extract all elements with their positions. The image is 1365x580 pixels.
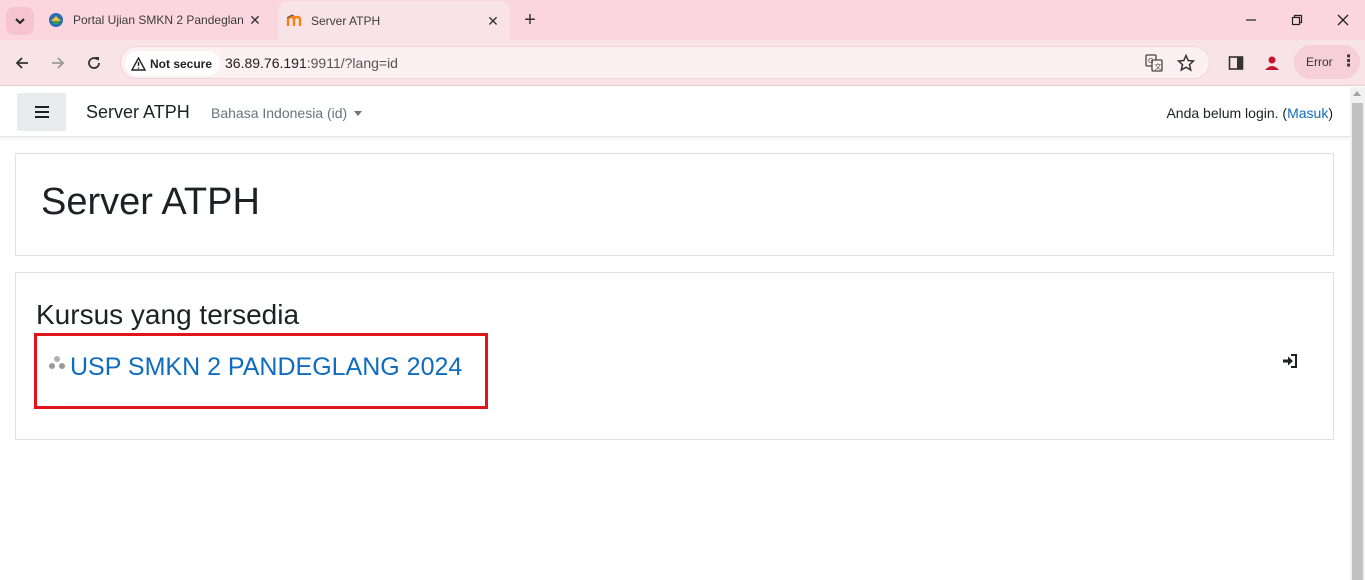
scroll-up-arrow-icon[interactable] xyxy=(1353,91,1361,96)
caret-down-icon xyxy=(354,110,363,116)
reload-icon xyxy=(88,57,100,69)
svg-text:文: 文 xyxy=(1155,62,1162,71)
security-label: Not secure xyxy=(150,56,213,71)
browser-toolbar: Not secure 36.89.76.191:9911/?lang=id G文… xyxy=(0,40,1365,86)
tab-server-atph[interactable]: Server ATPH ✕ xyxy=(278,1,510,41)
site-info-chip[interactable]: Not secure xyxy=(125,51,221,76)
avatar-icon xyxy=(1265,56,1279,70)
page-header-card: Server ATPH xyxy=(15,153,1334,256)
more-vert-icon[interactable]: ⋮ xyxy=(1341,54,1357,70)
chevron-down-icon xyxy=(15,18,25,25)
available-courses-card: Kursus yang tersedia USP SMKN 2 PANDEGLA… xyxy=(15,272,1334,440)
tab-title: Portal Ujian SMKN 2 Pandeglang xyxy=(73,13,244,27)
site-name-link[interactable]: Server ATPH xyxy=(86,102,190,123)
side-panel-icon xyxy=(1228,56,1244,70)
restore-button[interactable] xyxy=(1274,0,1320,40)
scrollbar-thumb[interactable] xyxy=(1352,103,1363,580)
minimize-button[interactable] xyxy=(1228,0,1274,40)
arrow-left-icon xyxy=(15,57,28,69)
close-window-button[interactable] xyxy=(1320,0,1365,40)
profile-error-chip[interactable]: Error ⋮ xyxy=(1294,45,1360,79)
back-button[interactable] xyxy=(8,49,36,77)
arrow-right-icon xyxy=(52,57,65,69)
url-text[interactable]: 36.89.76.191:9911/?lang=id xyxy=(225,55,398,71)
tab-portal-ujian[interactable]: Portal Ujian SMKN 2 Pandeglang ✕ xyxy=(40,0,272,40)
moodle-icon xyxy=(286,13,302,29)
page-content: Server ATPH Bahasa Indonesia (id) Anda b… xyxy=(0,87,1350,580)
bookmark-star-icon[interactable] xyxy=(1176,53,1196,73)
language-label: Bahasa Indonesia (id) xyxy=(211,105,348,121)
language-selector[interactable]: Bahasa Indonesia (id) xyxy=(211,105,363,121)
site-navbar: Server ATPH Bahasa Indonesia (id) Anda b… xyxy=(0,87,1350,137)
login-info: Anda belum login. (Masuk) xyxy=(1166,105,1333,121)
url-host: 36.89.76.191 xyxy=(225,55,307,71)
new-tab-button[interactable]: + xyxy=(518,8,542,32)
warning-icon xyxy=(131,56,146,71)
login-link[interactable]: Masuk xyxy=(1287,105,1328,121)
svg-text:G: G xyxy=(1148,57,1153,65)
hamburger-menu-icon xyxy=(34,106,49,118)
reload-button[interactable] xyxy=(80,49,108,77)
close-tab-icon[interactable]: ✕ xyxy=(482,10,504,32)
drawer-toggle-button[interactable] xyxy=(17,93,66,131)
profile-status-label: Error xyxy=(1306,55,1333,69)
side-panel-button[interactable] xyxy=(1222,49,1250,77)
sign-in-icon[interactable] xyxy=(1282,353,1298,369)
browser-tabstrip: Portal Ujian SMKN 2 Pandeglang ✕ Server … xyxy=(0,0,1365,41)
url-path: :9911/?lang=id xyxy=(306,55,398,71)
forward-button[interactable] xyxy=(44,49,72,77)
address-bar[interactable]: Not secure 36.89.76.191:9911/?lang=id G文 xyxy=(120,46,1210,79)
restore-icon xyxy=(1291,14,1303,26)
highlight-box xyxy=(34,333,488,409)
close-icon xyxy=(1337,14,1349,26)
courses-heading: Kursus yang tersedia xyxy=(36,299,300,330)
login-close-paren: ) xyxy=(1328,105,1333,121)
tab-title: Server ATPH xyxy=(311,14,381,28)
login-text: Anda belum login. ( xyxy=(1166,105,1288,121)
page-scrollbar[interactable] xyxy=(1350,87,1365,580)
translate-icon[interactable]: G文 xyxy=(1144,53,1164,73)
tab-search-button[interactable] xyxy=(6,7,34,35)
close-tab-icon[interactable]: ✕ xyxy=(244,9,266,31)
page-title: Server ATPH xyxy=(41,181,260,223)
profile-button[interactable] xyxy=(1258,49,1286,77)
school-logo-icon xyxy=(48,12,64,28)
minimize-icon xyxy=(1246,19,1256,21)
